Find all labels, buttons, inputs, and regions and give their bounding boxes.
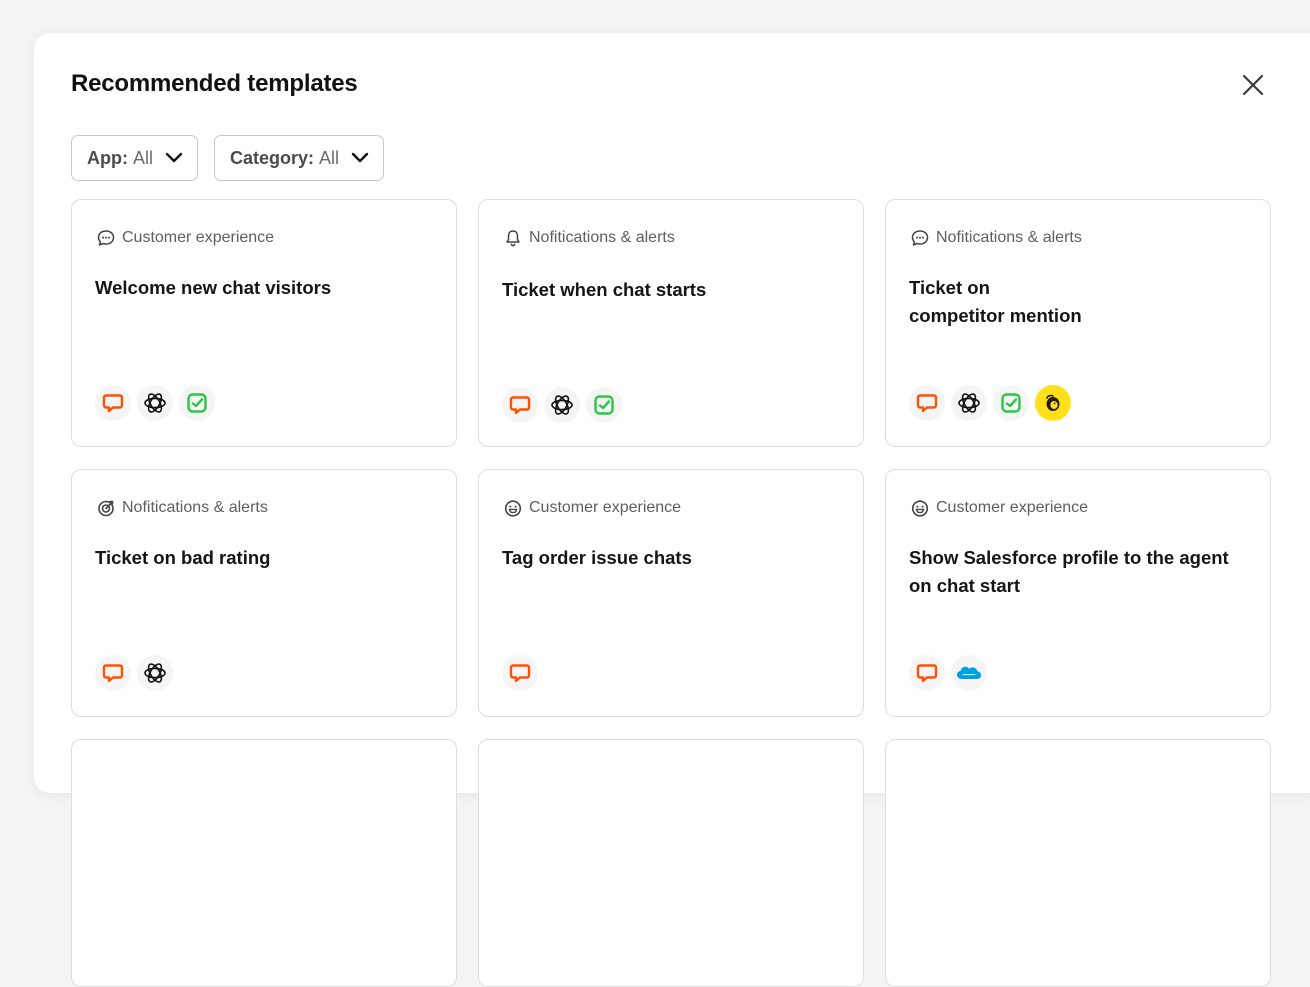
template-card[interactable]: Nofitications & alerts Ticket when chat … [478,199,864,447]
card-app-list [909,385,1071,421]
card-category: Customer experience [503,498,681,518]
template-card[interactable]: Customer experience Show Salesforce prof… [885,469,1271,717]
category-filter-label: Category: [230,147,315,168]
close-icon [1242,74,1264,96]
card-category-label: Nofitications & alerts [529,229,675,246]
mailchimp-app-icon [1035,385,1071,421]
card-category-label: Customer experience [529,499,682,516]
tasks-app-icon [179,385,215,421]
chat-bubble-icon [97,230,115,246]
card-title: Welcome new chat visitors [95,277,332,298]
tasks-app-icon [993,385,1029,421]
card-app-list [95,655,173,691]
card-app-list [909,655,987,691]
card-title: Ticket on competitor mention [909,277,1082,326]
card-category-label: Nofitications & alerts [122,499,268,516]
card-category: Nofitications & alerts [96,498,268,518]
close-button[interactable] [1237,69,1269,101]
card-app-list [95,385,215,421]
smiley-icon [911,500,929,517]
filter-bar: App: All Category: All [71,135,385,181]
template-card[interactable]: Nofitications & alerts Ticket on competi… [885,199,1271,447]
template-card[interactable]: Nofitications & alerts Ticket on bad rat… [71,469,457,717]
bell-icon [506,230,520,247]
app-filter-label: App: [87,147,128,168]
smiley-icon [504,500,522,517]
chevron-down-icon [351,152,369,163]
openai-app-icon [544,387,580,423]
card-category-label: Customer experience [122,229,275,246]
modal-title: Recommended templates [71,70,358,97]
app-filter-value: All [132,147,153,168]
card-title: Show Salesforce profile to the agent on … [909,547,1229,596]
category-filter-value: All [319,147,340,168]
template-card[interactable]: Customer experience Welcome new chat vis… [71,199,457,447]
card-title: Ticket when chat starts [502,279,707,300]
chat-bubble-icon [911,230,929,246]
openai-app-icon [137,655,173,691]
livechat-app-icon [909,385,945,421]
card-title: Ticket on bad rating [95,547,271,568]
card-category: Nofitications & alerts [503,228,675,248]
livechat-app-icon [95,655,131,691]
card-category-label: Nofitications & alerts [936,229,1082,246]
livechat-app-icon [502,655,538,691]
chevron-down-icon [165,152,183,163]
card-app-list [502,387,622,423]
template-card[interactable] [71,739,457,987]
card-title: Tag order issue chats [502,547,692,568]
livechat-app-icon [502,387,538,423]
card-app-list [502,655,538,691]
livechat-app-icon [909,655,945,691]
templates-modal: Recommended templates App: All Category:… [34,33,1310,987]
openai-app-icon [137,385,173,421]
tasks-app-icon [586,387,622,423]
template-card[interactable] [478,739,864,987]
openai-app-icon [951,385,987,421]
card-category: Nofitications & alerts [910,228,1082,248]
target-icon [98,500,114,517]
template-card[interactable] [885,739,1271,987]
livechat-app-icon [95,385,131,421]
app-filter-dropdown[interactable]: App: All [71,135,198,181]
card-category: Customer experience [910,498,1088,518]
card-category: Customer experience [96,228,274,248]
salesforce-app-icon [951,655,987,691]
category-filter-dropdown[interactable]: Category: All [214,135,385,181]
card-category-label: Customer experience [936,499,1089,516]
template-card[interactable]: Customer experience Tag order issue chat… [478,469,864,717]
